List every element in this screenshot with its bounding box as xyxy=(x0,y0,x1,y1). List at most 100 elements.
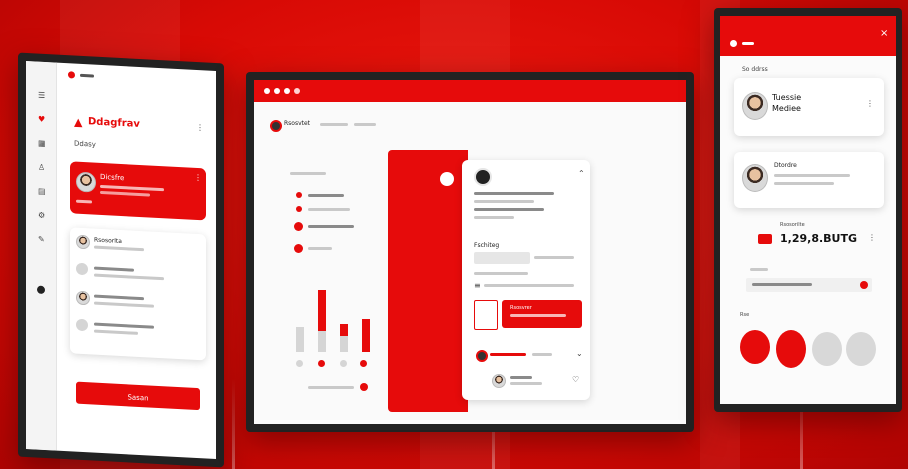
options-icon[interactable]: ⋮ xyxy=(866,100,874,108)
chart-bar-red xyxy=(318,290,326,331)
detail-line xyxy=(510,382,542,385)
header-dot xyxy=(730,40,737,47)
list-bullet-icon xyxy=(294,222,303,231)
profile-avatar xyxy=(742,92,768,120)
detail-action-label: Rsosvrer xyxy=(510,305,532,311)
window-dot[interactable] xyxy=(284,88,290,94)
list-item-line xyxy=(94,266,134,272)
text-field[interactable] xyxy=(746,278,872,292)
detail-line xyxy=(474,200,534,203)
list-item-line xyxy=(94,294,144,301)
detail-line xyxy=(474,192,554,195)
list-line xyxy=(308,194,344,197)
chart-bar-grey xyxy=(318,331,326,352)
right-section-label: Rse xyxy=(740,312,750,318)
color-swatch[interactable] xyxy=(846,332,876,366)
row-avatar-icon xyxy=(476,350,488,362)
detail-section-label: Fschiteg xyxy=(474,242,500,249)
color-swatch[interactable] xyxy=(740,330,770,364)
play-icon[interactable] xyxy=(758,234,772,244)
detail-input[interactable] xyxy=(474,252,530,264)
circle-icon[interactable] xyxy=(37,285,45,295)
chart-legend-icon xyxy=(340,360,347,367)
detail-line xyxy=(534,256,574,259)
featured-card[interactable]: Dicsfre ⋮ xyxy=(70,161,206,221)
window-dot[interactable] xyxy=(294,88,300,94)
right-screen: × So ddrss Tuessie Mediee ⋮ Dtordre Rsos… xyxy=(720,16,896,404)
featured-line xyxy=(100,190,150,197)
primary-button[interactable]: Sasan xyxy=(76,381,200,411)
featured-name: Dicsfre xyxy=(100,172,125,183)
detail-action-line xyxy=(510,314,566,317)
second-avatar xyxy=(742,164,768,192)
list-line xyxy=(308,225,354,228)
center-header-title: Rsosvtet xyxy=(284,120,311,127)
detail-line xyxy=(484,284,574,287)
settings-icon[interactable]: ⚙ xyxy=(38,211,45,220)
detail-card: ⌃ Fschiteg ≡ Rsosvrer ⌄ ♡ xyxy=(462,160,590,400)
bar-chart xyxy=(294,270,384,352)
detail-action-button[interactable]: Rsosvrer xyxy=(502,300,582,328)
close-icon[interactable]: × xyxy=(880,28,888,39)
send-icon[interactable] xyxy=(860,281,868,289)
field-label-line xyxy=(750,268,768,271)
featured-options-icon[interactable]: ⋮ xyxy=(194,173,202,182)
detail-line xyxy=(474,208,544,211)
featured-line xyxy=(100,184,164,192)
detail-box[interactable] xyxy=(474,300,498,330)
list-bullet-icon xyxy=(296,206,302,212)
stepper-icon[interactable]: ⋮ xyxy=(868,234,876,242)
profile-line xyxy=(774,174,850,177)
chart-bar-red xyxy=(340,324,348,336)
chevron-up-icon[interactable]: ⌃ xyxy=(578,170,585,178)
list-item-line xyxy=(94,301,154,308)
profile-card[interactable]: Tuessie Mediee ⋮ xyxy=(734,78,884,136)
topbar-line xyxy=(80,73,94,78)
window-dot[interactable] xyxy=(274,88,280,94)
app-title-icon: ▲ xyxy=(74,115,83,129)
user-icon xyxy=(76,262,88,276)
list-heading-line xyxy=(290,172,326,175)
chart-bar-grey xyxy=(340,336,348,352)
left-sidebar: ☰ ♥ ▦ ♙ ▤ ⚙ ✎ xyxy=(26,61,57,451)
window-dot[interactable] xyxy=(264,88,270,94)
list-item-line xyxy=(94,273,164,281)
center-titlebar xyxy=(254,80,686,102)
app-logo-icon xyxy=(68,71,75,79)
color-swatch[interactable] xyxy=(776,330,806,368)
edit-icon[interactable]: ✎ xyxy=(38,235,45,244)
slider-knob[interactable] xyxy=(360,383,368,391)
amount-value: 1,29,8.BUTG xyxy=(780,232,857,245)
heart-icon[interactable]: ♡ xyxy=(572,376,579,384)
nav-line xyxy=(354,123,376,126)
list-card: Rsosorlta xyxy=(70,227,206,361)
right-header: × xyxy=(720,16,896,56)
brand-icon xyxy=(270,120,282,132)
text-field-line xyxy=(752,283,812,286)
slider-track[interactable] xyxy=(308,386,354,389)
detail-line xyxy=(510,376,532,379)
heart-icon[interactable]: ♥ xyxy=(38,115,45,124)
chart-legend-icon xyxy=(296,360,303,367)
list-line xyxy=(308,247,332,250)
row-progress xyxy=(490,353,526,356)
more-icon[interactable]: ⋮ xyxy=(196,123,204,132)
menu-icon[interactable]: ☰ xyxy=(38,91,45,100)
list-line xyxy=(308,208,350,211)
chart-icon[interactable]: ▤ xyxy=(38,187,46,196)
list-item-line xyxy=(94,245,144,252)
color-swatch[interactable] xyxy=(812,332,842,366)
amount-label: Rsosorilte xyxy=(780,222,805,228)
list-item[interactable] xyxy=(70,311,206,346)
grid-icon[interactable]: ▦ xyxy=(38,139,46,148)
left-title: Ddagfrav xyxy=(88,116,140,130)
left-subtitle: Ddasy xyxy=(74,139,96,149)
column-icon[interactable] xyxy=(440,172,454,186)
left-screen: ☰ ♥ ▦ ♙ ▤ ⚙ ✎ ▲ Ddagfrav ⋮ Ddasy Dicsfre… xyxy=(26,61,216,459)
chart-legend-icon xyxy=(360,360,367,367)
user-icon[interactable]: ♙ xyxy=(38,163,45,172)
header-line xyxy=(742,42,754,45)
chevron-down-icon[interactable]: ⌄ xyxy=(576,350,583,358)
second-profile-card[interactable]: Dtordre xyxy=(734,152,884,208)
chart-bar-grey xyxy=(296,327,304,352)
